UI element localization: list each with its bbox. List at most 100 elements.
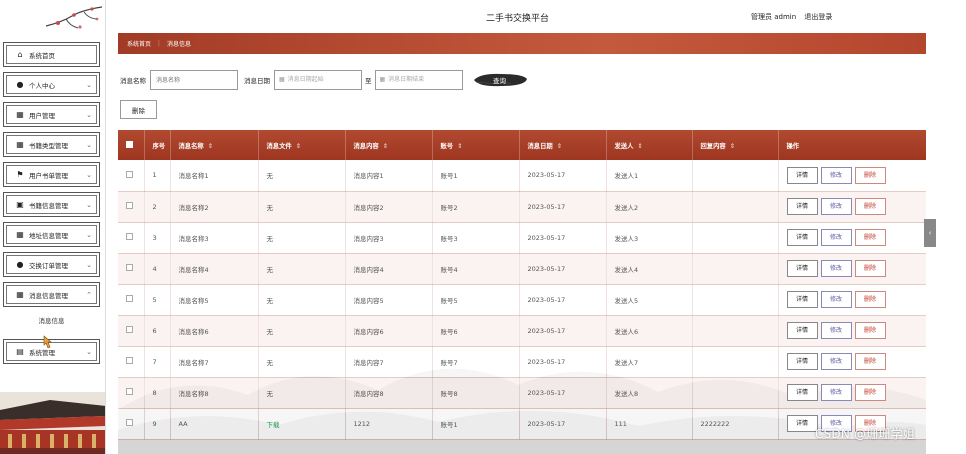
grid-icon: ▦ <box>16 229 24 239</box>
column-header[interactable]: 消息内容 ⇕ <box>345 130 433 160</box>
cell-index: 6 <box>144 315 171 347</box>
cell-actions: 详情 修改 删除 <box>778 284 926 316</box>
cell-actions: 详情 修改 删除 <box>778 346 926 378</box>
plum-branch-icon <box>45 6 103 29</box>
detail-button[interactable]: 详情 <box>786 166 818 184</box>
sort-icon[interactable]: ⇕ <box>208 143 213 150</box>
cell-index: 1 <box>144 160 171 192</box>
cell-file[interactable]: 下载 <box>258 408 346 440</box>
search-button-label: 查询 <box>493 77 506 85</box>
detail-button[interactable]: 详情 <box>786 353 818 370</box>
cell-account: 账号7 <box>432 346 520 378</box>
cell-account: 账号3 <box>432 222 520 254</box>
sidebar-item-2[interactable]: ▦ 用户管理 ⌄ <box>3 102 100 127</box>
delete-button[interactable]: 删除 <box>854 322 886 339</box>
delete-button[interactable]: 删除 <box>854 260 886 277</box>
document-icon: ▤ <box>16 346 24 356</box>
sort-icon[interactable]: ⇕ <box>557 143 562 150</box>
to-label: 至 <box>365 77 372 85</box>
search-button[interactable]: 查询 <box>471 71 529 89</box>
detail-button[interactable]: 详情 <box>786 415 818 432</box>
date-start-input[interactable]: ▦ 消息日期起始 <box>274 70 362 90</box>
edit-button[interactable]: 修改 <box>820 322 852 339</box>
sort-icon[interactable]: ⇕ <box>457 143 462 150</box>
delete-button[interactable]: 删除 <box>854 384 886 401</box>
delete-button[interactable]: 删除 <box>854 291 886 308</box>
calendar-icon: ▦ <box>279 76 285 83</box>
mouse-cursor-icon <box>43 335 52 349</box>
edit-button[interactable]: 修改 <box>820 229 852 246</box>
cell-file: 无 <box>258 284 346 316</box>
row-checkbox[interactable] <box>126 233 133 240</box>
row-checkbox[interactable] <box>126 357 133 364</box>
sort-icon[interactable]: ⇕ <box>296 143 301 150</box>
breadcrumb: 系统首页 ⋮ 消息信息 <box>118 33 926 54</box>
column-header: 操作 <box>778 130 926 160</box>
row-checkbox[interactable] <box>126 264 133 271</box>
detail-button[interactable]: 详情 <box>786 260 818 277</box>
sidebar-item-0[interactable]: ⌂ 系统首页 <box>3 42 100 67</box>
sidebar-item-7[interactable]: ● 交换订单管理 ⌄ <box>3 252 100 277</box>
cell-account: 账号2 <box>432 191 520 223</box>
sidebar-item-4[interactable]: ⚑ 用户书单管理 ⌄ <box>3 162 100 187</box>
sort-icon[interactable]: ⇕ <box>637 143 642 150</box>
column-header[interactable]: 消息名称 ⇕ <box>170 130 259 160</box>
edit-button[interactable]: 修改 <box>820 260 852 277</box>
edit-button[interactable]: 修改 <box>820 291 852 308</box>
sidebar-item-1[interactable]: ● 个人中心 ⌄ <box>3 72 100 97</box>
detail-button[interactable]: 详情 <box>786 229 818 246</box>
message-name-input[interactable] <box>150 70 238 90</box>
column-header[interactable]: 消息日期 ⇕ <box>519 130 607 160</box>
sort-icon[interactable]: ⇕ <box>730 143 735 150</box>
cell-content: 1212 <box>345 408 433 440</box>
row-checkbox[interactable] <box>126 326 133 333</box>
delete-button[interactable]: 删除 <box>854 166 886 184</box>
sidebar-item-6[interactable]: ▦ 地址信息管理 ⌄ <box>3 222 100 247</box>
collapse-tab[interactable]: ‹ <box>924 219 936 247</box>
edit-button[interactable]: 修改 <box>820 353 852 370</box>
grid-icon: ▦ <box>16 109 24 119</box>
cell-file: 无 <box>258 346 346 378</box>
cell-date: 2023-05-17 <box>519 253 607 285</box>
row-checkbox[interactable] <box>126 419 133 426</box>
row-checkbox[interactable] <box>126 295 133 302</box>
breadcrumb-home[interactable]: 系统首页 <box>127 39 151 48</box>
flag-icon: ⚑ <box>16 169 24 179</box>
row-select-cell <box>118 377 145 409</box>
table-row: 6 消息名称6 无消息内容6 账号6 2023-05-17 发送人6 详情 修改 删除 <box>118 315 926 347</box>
delete-button[interactable]: 删除 <box>854 229 886 246</box>
column-header[interactable]: 发送人 ⇕ <box>606 130 693 160</box>
sidebar-item-5[interactable]: ▣ 书籍信息管理 ⌄ <box>3 192 100 217</box>
select-all-checkbox[interactable] <box>126 140 133 148</box>
cell-account: 账号5 <box>432 284 520 316</box>
table-row: 8 消息名称8 无消息内容8 账号8 2023-05-17 发送人8 详情 修改 删除 <box>118 377 926 409</box>
row-checkbox[interactable] <box>126 202 133 209</box>
cell-name: 消息名称6 <box>170 315 259 347</box>
breadcrumb-current: 消息信息 <box>167 41 192 48</box>
edit-button[interactable]: 修改 <box>820 166 852 184</box>
batch-delete-button[interactable]: 删除 <box>120 100 157 119</box>
detail-button[interactable]: 详情 <box>786 322 818 339</box>
row-checkbox[interactable] <box>126 170 133 178</box>
delete-button[interactable]: 删除 <box>854 353 886 370</box>
cell-file: 无 <box>258 191 346 223</box>
detail-button[interactable]: 详情 <box>786 198 818 215</box>
edit-button[interactable]: 修改 <box>820 198 852 215</box>
delete-button[interactable]: 删除 <box>854 198 886 215</box>
cell-content: 消息内容3 <box>345 222 433 254</box>
sidebar-menu: ⌂ 系统首页 ● 个人中心 ⌄ ▦ 用户管理 ⌄ ▦ 书籍类型管理 ⌄ ⚑ 用户书单管理 ⌄ ▣ 书籍信息管理… <box>3 42 100 369</box>
column-header[interactable]: 回复内容 ⇕ <box>692 130 779 160</box>
column-header[interactable]: 账号 ⇕ <box>432 130 520 160</box>
sidebar-subitem-message-info[interactable]: 消息信息 <box>3 312 100 330</box>
sidebar-item-3[interactable]: ▦ 书籍类型管理 ⌄ <box>3 132 100 157</box>
sidebar-item-8[interactable]: ▦ 消息信息管理 ⌃ <box>3 282 100 307</box>
row-checkbox[interactable] <box>126 388 133 395</box>
detail-button[interactable]: 详情 <box>786 384 818 401</box>
sort-icon[interactable]: ⇕ <box>383 143 388 150</box>
logout-link[interactable]: 退出登录 <box>804 13 832 21</box>
detail-button[interactable]: 详情 <box>786 291 818 308</box>
cell-name: 消息名称3 <box>170 222 259 254</box>
edit-button[interactable]: 修改 <box>820 384 852 401</box>
date-end-input[interactable]: ▦ 消息日期结束 <box>374 70 463 90</box>
column-header[interactable]: 消息文件 ⇕ <box>258 130 346 160</box>
